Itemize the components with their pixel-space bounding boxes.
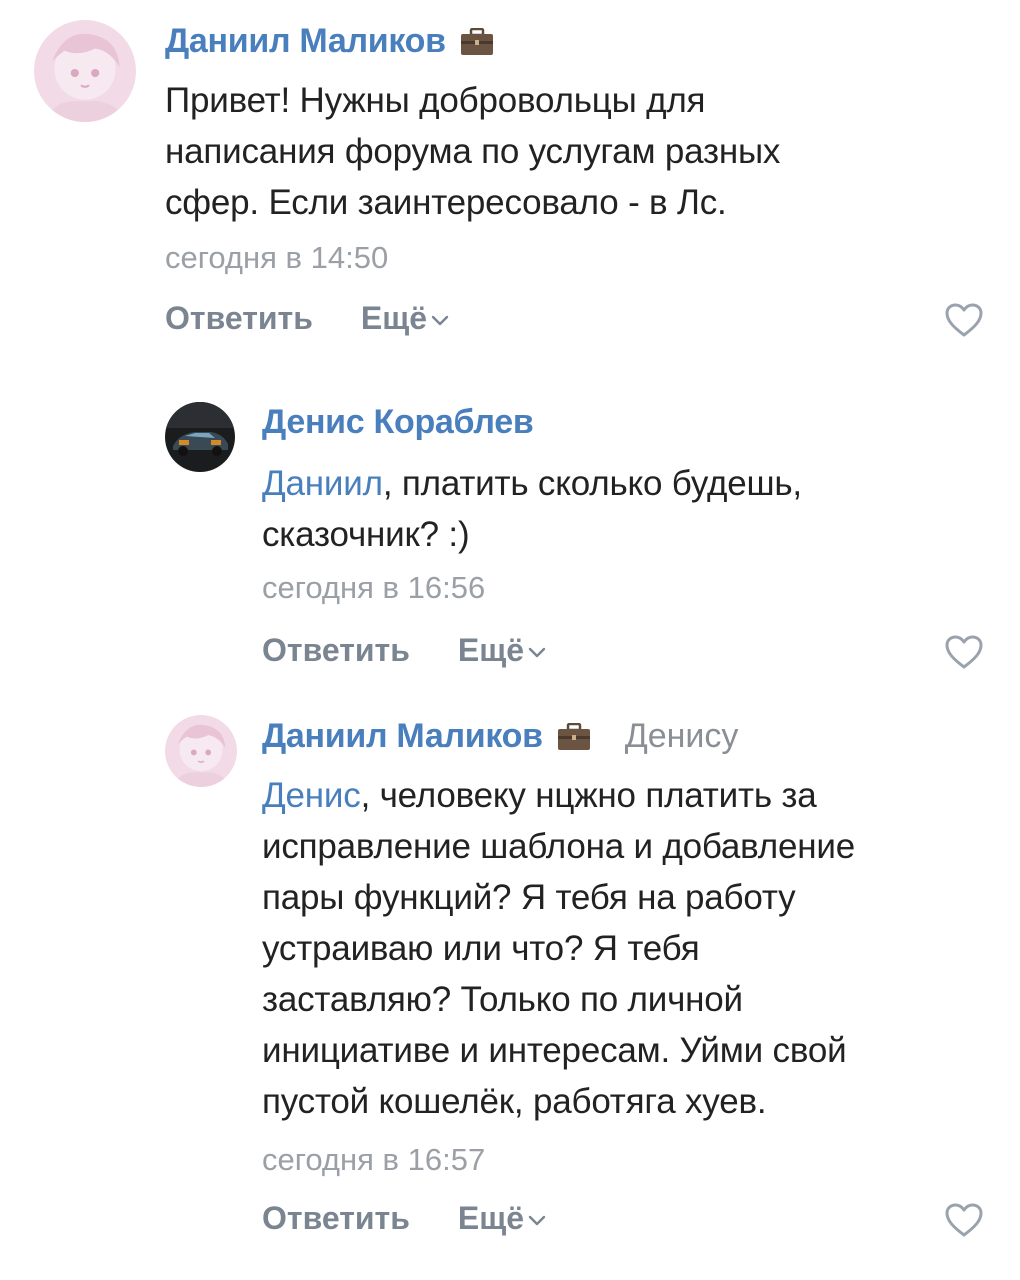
text-line: исправление шаблона и добавление bbox=[262, 827, 855, 866]
like-button[interactable] bbox=[944, 634, 984, 670]
text-line: пустой кошелёк, работяга хуев. bbox=[262, 1082, 767, 1121]
text-line: Даниил, платить сколько будешь, bbox=[262, 458, 992, 509]
more-label: Ещё bbox=[457, 1200, 525, 1236]
more-button[interactable]: Ещё bbox=[458, 1200, 546, 1237]
text-fragment: , платить сколько будешь, bbox=[382, 464, 802, 503]
avatar[interactable] bbox=[165, 402, 235, 472]
text-line: сказочник? :) bbox=[262, 515, 470, 554]
text-line: заставляю? Только по личной bbox=[262, 980, 743, 1019]
briefcase-icon bbox=[460, 27, 493, 55]
reply-button[interactable]: Ответить bbox=[262, 1200, 410, 1237]
comments-thread: Даниил Маликов Привет! Нужны добровольцы… bbox=[0, 0, 1020, 1280]
anime-avatar-icon bbox=[34, 20, 136, 122]
more-button[interactable]: Ещё bbox=[458, 632, 546, 669]
comment-actions: Ответить Ещё bbox=[165, 300, 449, 337]
comment-text: Привет! Нужны добровольцы для написания … bbox=[165, 75, 985, 228]
author-line: Даниил Маликов bbox=[165, 22, 494, 61]
text-fragment: , человеку нцжно платить за bbox=[360, 776, 817, 815]
mention-link[interactable]: Денис bbox=[262, 776, 361, 815]
comment-actions: Ответить Ещё bbox=[262, 632, 546, 669]
text-line: Привет! Нужны добровольцы для bbox=[165, 81, 706, 120]
text-line: сфер. Если заинтересовало - в Лс. bbox=[165, 183, 727, 222]
comment-actions: Ответить Ещё bbox=[262, 1200, 546, 1237]
text-line: пары функций? Я тебя на работу bbox=[262, 878, 796, 917]
text-line: устраиваю или что? Я тебя bbox=[262, 929, 700, 968]
author-name[interactable]: Даниил Маликов bbox=[165, 22, 446, 61]
briefcase-icon bbox=[557, 722, 590, 750]
heart-icon bbox=[945, 635, 983, 669]
chevron-down-icon bbox=[528, 1215, 546, 1225]
more-label: Ещё bbox=[457, 632, 525, 668]
like-button[interactable] bbox=[944, 1202, 984, 1238]
text-line: написания форума по услугам разных bbox=[165, 132, 781, 171]
avatar[interactable] bbox=[34, 20, 136, 122]
car-avatar-icon bbox=[165, 402, 235, 472]
more-label: Ещё bbox=[360, 300, 428, 336]
timestamp: сегодня в 16:57 bbox=[262, 1142, 486, 1177]
comment-text: Даниил, платить сколько будешь, сказочни… bbox=[262, 458, 992, 560]
chevron-down-icon bbox=[431, 315, 449, 325]
like-button[interactable] bbox=[944, 302, 984, 338]
timestamp: сегодня в 14:50 bbox=[165, 240, 389, 275]
heart-icon bbox=[945, 1203, 983, 1237]
more-button[interactable]: Ещё bbox=[361, 300, 449, 337]
avatar[interactable] bbox=[165, 715, 237, 787]
text-line: инициативе и интересам. Уйми свой bbox=[262, 1031, 847, 1070]
author-line: Даниил Маликов Денису bbox=[262, 717, 738, 756]
timestamp: сегодня в 16:56 bbox=[262, 570, 486, 605]
author-name[interactable]: Денис Кораблев bbox=[262, 403, 534, 442]
comment-text: Денис, человеку нцжно платить за исправл… bbox=[262, 770, 1002, 1127]
anime-avatar-icon bbox=[165, 715, 237, 787]
author-name[interactable]: Даниил Маликов bbox=[262, 717, 543, 756]
author-line: Денис Кораблев bbox=[262, 403, 534, 442]
reply-button[interactable]: Ответить bbox=[165, 300, 313, 337]
text-line: Денис, человеку нцжно платить за bbox=[262, 770, 1002, 821]
mention-link[interactable]: Даниил bbox=[262, 464, 383, 503]
reply-button[interactable]: Ответить bbox=[262, 632, 410, 669]
reply-to-label[interactable]: Денису bbox=[625, 717, 739, 756]
chevron-down-icon bbox=[528, 647, 546, 657]
heart-icon bbox=[945, 303, 983, 337]
